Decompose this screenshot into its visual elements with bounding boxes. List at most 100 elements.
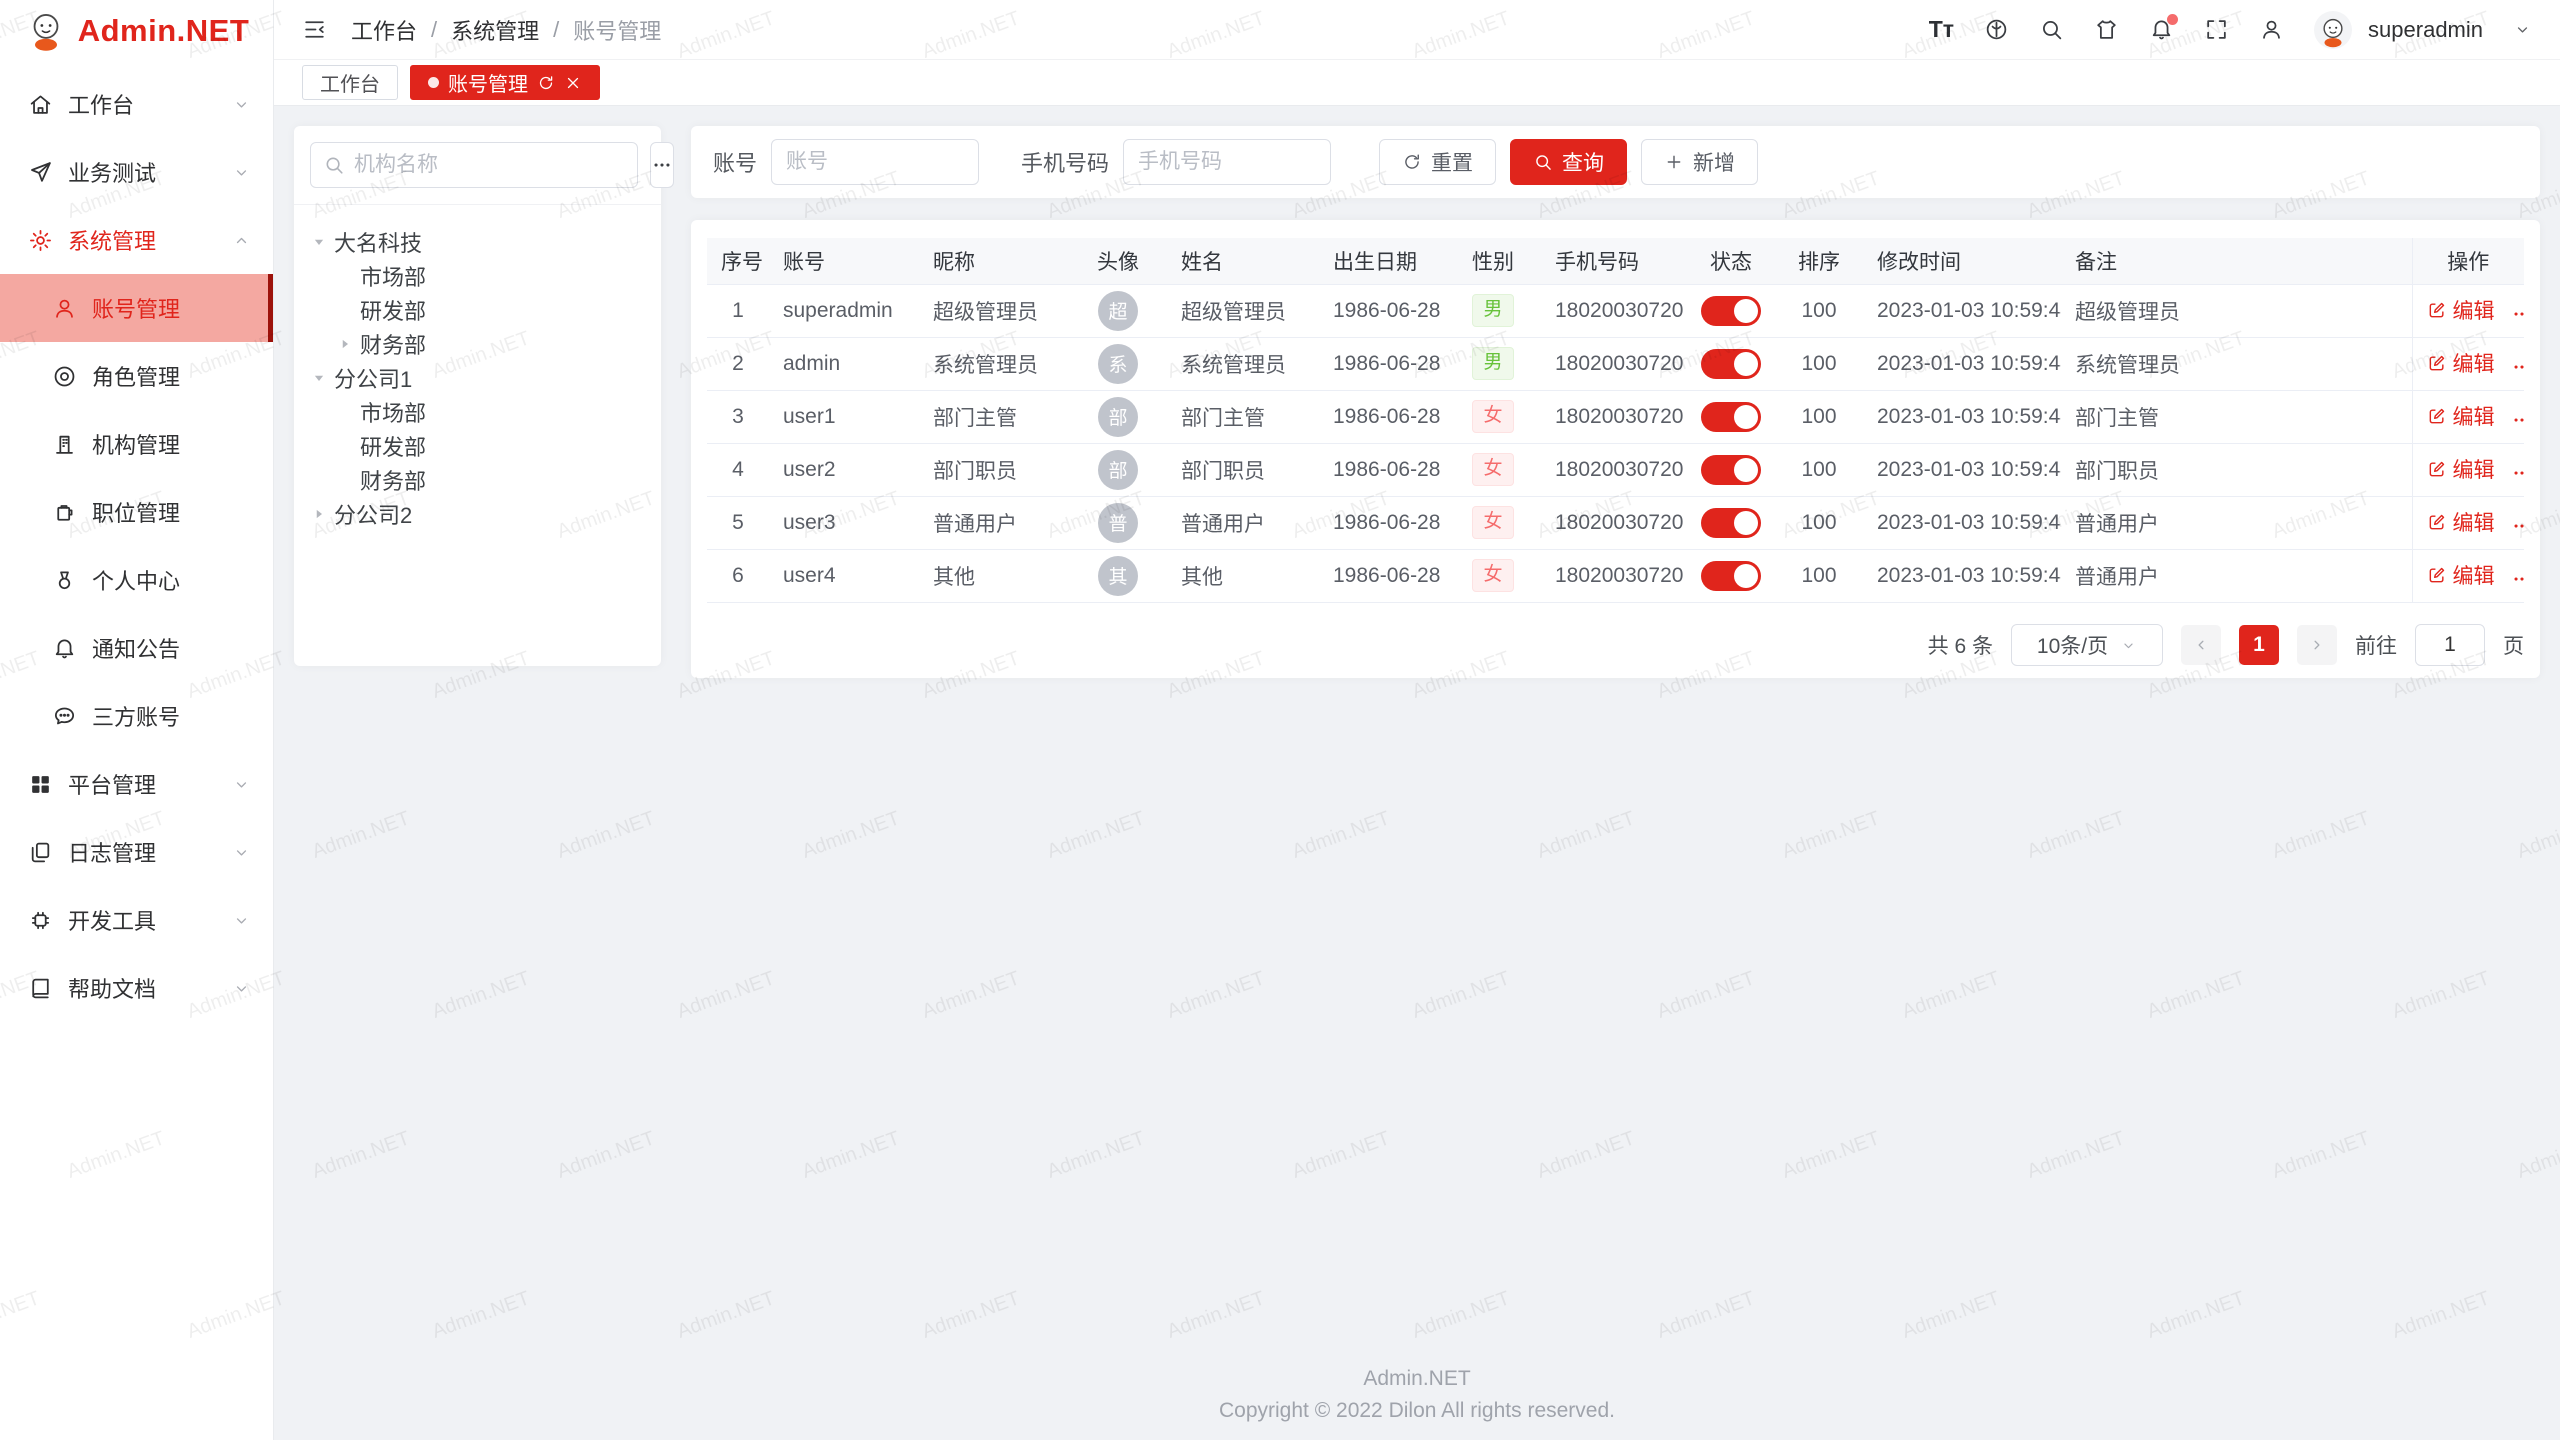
org-more-button[interactable]	[650, 142, 674, 188]
page-size-value: 10条/页	[2037, 630, 2108, 660]
edit-button[interactable]: 编辑	[2427, 507, 2495, 537]
sidebar-item-notice-announcement[interactable]: 通知公告	[0, 614, 273, 682]
cell-nickname: 部门职员	[919, 443, 1069, 496]
next-page-button[interactable]	[2297, 625, 2337, 665]
user-avatar[interactable]	[2314, 11, 2352, 49]
sidebar-item-org-management[interactable]: 机构管理	[0, 410, 273, 478]
sidebar: Admin.NET 工作台业务测试系统管理账号管理角色管理机构管理职位管理个人中…	[0, 0, 274, 1440]
sidebar-item-workbench[interactable]: 工作台	[0, 70, 273, 138]
tree-node-label: 研发部	[360, 430, 426, 462]
table-row: 6user4其他其其他1986-06-28女180200307201002023…	[707, 549, 2524, 602]
tree-node[interactable]: 分公司1	[304, 361, 651, 395]
query-button[interactable]: 查询	[1510, 139, 1627, 185]
sidebar-item-dev-tools[interactable]: 开发工具	[0, 886, 273, 954]
more-actions-icon[interactable]	[2511, 462, 2525, 484]
refresh-tab-icon[interactable]	[537, 74, 555, 92]
personal-center-icon	[52, 568, 77, 593]
more-actions-icon[interactable]	[2511, 356, 2525, 378]
caret-right-icon[interactable]	[336, 335, 354, 353]
user-menu-chevron-icon[interactable]	[2513, 20, 2532, 39]
more-actions-icon[interactable]	[2511, 409, 2525, 431]
cell-actions: 编辑	[2412, 390, 2524, 443]
close-tab-icon[interactable]	[564, 74, 582, 92]
search-icon[interactable]	[2039, 17, 2064, 42]
tree-node[interactable]: 研发部	[304, 429, 651, 463]
edit-button[interactable]: 编辑	[2427, 454, 2495, 484]
org-search-field[interactable]	[310, 142, 638, 188]
more-actions-icon[interactable]	[2511, 515, 2525, 537]
org-panel: 大名科技市场部研发部财务部分公司1市场部研发部财务部分公司2	[294, 126, 661, 666]
sidebar-item-role-management[interactable]: 角色管理	[0, 342, 273, 410]
cell-phone: 18020030720	[1541, 337, 1687, 390]
tree-node[interactable]: 分公司2	[304, 497, 651, 531]
tree-node[interactable]: 财务部	[304, 327, 651, 361]
cell-account: user2	[769, 443, 919, 496]
edit-button[interactable]: 编辑	[2427, 348, 2495, 378]
reset-button[interactable]: 重置	[1379, 139, 1496, 185]
tree-node-label: 分公司2	[334, 498, 412, 530]
sidebar-item-help-docs[interactable]: 帮助文档	[0, 954, 273, 1022]
table-row: 2admin系统管理员系系统管理员1986-06-28男180200307201…	[707, 337, 2524, 390]
cell-account: admin	[769, 337, 919, 390]
status-toggle[interactable]	[1701, 455, 1761, 485]
status-toggle[interactable]	[1701, 561, 1761, 591]
sidebar-item-position-management[interactable]: 职位管理	[0, 478, 273, 546]
brand-name: Admin.NET	[78, 13, 250, 49]
org-search-input[interactable]	[354, 153, 625, 177]
goto-page-input[interactable]	[2415, 624, 2485, 666]
sidebar-item-log-management[interactable]: 日志管理	[0, 818, 273, 886]
cell-nickname: 系统管理员	[919, 337, 1069, 390]
edit-button[interactable]: 编辑	[2427, 560, 2495, 590]
cell-modified: 2023-01-03 10:59:44	[1863, 496, 2061, 549]
prev-page-button[interactable]	[2181, 625, 2221, 665]
edit-button-label: 编辑	[2453, 454, 2495, 484]
caret-down-icon[interactable]	[310, 233, 328, 251]
position-management-icon	[52, 500, 77, 525]
breadcrumb-item[interactable]: 系统管理	[451, 14, 539, 46]
page-size-select[interactable]: 10条/页	[2011, 624, 2163, 666]
tab-account-management[interactable]: 账号管理	[410, 65, 600, 100]
fullscreen-icon[interactable]	[2204, 17, 2229, 42]
sidebar-item-account-management[interactable]: 账号管理	[0, 274, 273, 342]
language-icon[interactable]	[1984, 17, 2009, 42]
sidebar-item-label: 业务测试	[68, 156, 232, 188]
status-toggle[interactable]	[1701, 296, 1761, 326]
collapse-sidebar-icon[interactable]	[302, 17, 327, 42]
phone-filter-input[interactable]	[1123, 139, 1331, 185]
notification-bell-icon[interactable]	[2149, 17, 2174, 42]
table-row: 1superadmin超级管理员超超级管理员1986-06-28男1802003…	[707, 284, 2524, 337]
sidebar-menu: 工作台业务测试系统管理账号管理角色管理机构管理职位管理个人中心通知公告三方账号平…	[0, 62, 273, 1440]
more-actions-icon[interactable]	[2511, 303, 2525, 325]
edit-button[interactable]: 编辑	[2427, 295, 2495, 325]
sidebar-item-personal-center[interactable]: 个人中心	[0, 546, 273, 614]
breadcrumb-item[interactable]: 工作台	[351, 14, 417, 46]
tab-workbench[interactable]: 工作台	[302, 65, 398, 100]
account-filter-input[interactable]	[771, 139, 979, 185]
tree-node[interactable]: 市场部	[304, 395, 651, 429]
sidebar-item-system-management[interactable]: 系统管理	[0, 206, 273, 274]
right-column: 账号 手机号码 重置 查询 新增	[691, 126, 2540, 678]
tree-node[interactable]: 财务部	[304, 463, 651, 497]
edit-button[interactable]: 编辑	[2427, 401, 2495, 431]
status-toggle[interactable]	[1701, 508, 1761, 538]
caret-right-icon[interactable]	[310, 505, 328, 523]
add-button[interactable]: 新增	[1641, 139, 1758, 185]
profile-icon[interactable]	[2259, 17, 2284, 42]
more-actions-icon[interactable]	[2511, 568, 2525, 590]
sidebar-item-third-party-account[interactable]: 三方账号	[0, 682, 273, 750]
table-row: 5user3普通用户普普通用户1986-06-28女18020030720100…	[707, 496, 2524, 549]
tree-node[interactable]: 大名科技	[304, 225, 651, 259]
tree-node[interactable]: 市场部	[304, 259, 651, 293]
tree-node[interactable]: 研发部	[304, 293, 651, 327]
status-toggle[interactable]	[1701, 402, 1761, 432]
sidebar-item-platform-management[interactable]: 平台管理	[0, 750, 273, 818]
cell-actions: 编辑	[2412, 549, 2524, 602]
current-page-button[interactable]: 1	[2239, 625, 2279, 665]
cell-birthdate: 1986-06-28	[1319, 284, 1445, 337]
status-toggle[interactable]	[1701, 349, 1761, 379]
sidebar-item-business-test[interactable]: 业务测试	[0, 138, 273, 206]
font-size-icon[interactable]: Tт	[1929, 16, 1954, 43]
theme-shirt-icon[interactable]	[2094, 17, 2119, 42]
caret-down-icon[interactable]	[310, 369, 328, 387]
username[interactable]: superadmin	[2368, 17, 2483, 43]
